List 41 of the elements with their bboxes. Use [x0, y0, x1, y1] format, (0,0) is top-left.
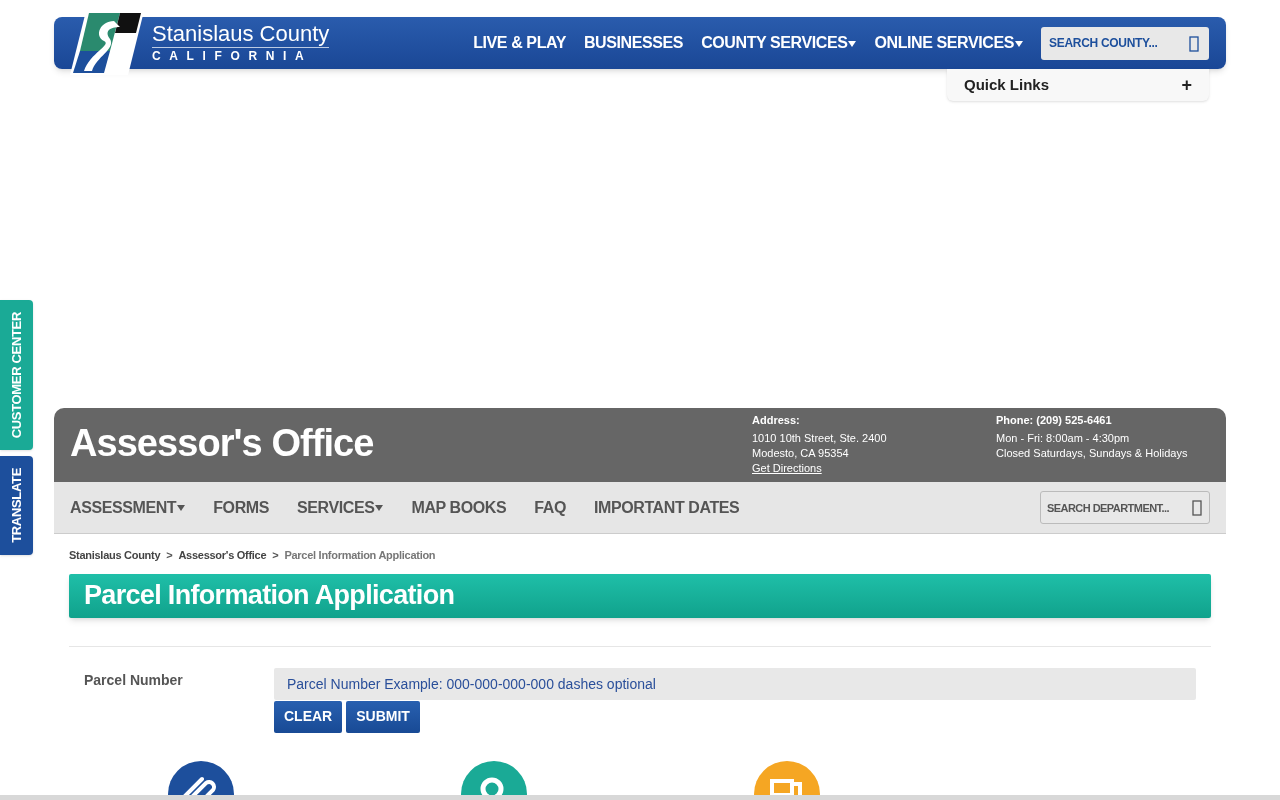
- breadcrumb-separator: >: [166, 548, 173, 563]
- form-button[interactable]: CLEAR: [274, 700, 343, 733]
- quick-links-toggle[interactable]: Quick Links +: [947, 69, 1209, 101]
- field-label: Parcel Number: [83, 670, 184, 690]
- nav-link[interactable]: BUSINESSES: [583, 31, 684, 55]
- office-hours: Closed Saturdays, Sundays & Holidays: [996, 446, 1188, 461]
- department-nav-link[interactable]: SERVICES: [297, 495, 384, 520]
- nav-link[interactable]: COUNTY SERVICES: [701, 31, 857, 55]
- department-title: Assessor's Office: [70, 424, 375, 466]
- missing-glyph-icon: [1192, 500, 1202, 516]
- caret-icon: [375, 505, 384, 512]
- office-hours: Mon - Fri: 8:00am - 4:30pm: [996, 431, 1131, 446]
- department-nav-link[interactable]: ASSESSMENT: [70, 495, 186, 520]
- breadcrumb-link[interactable]: Assessor's Office: [178, 547, 267, 564]
- search-field[interactable]: SEARCH COUNTY...: [1041, 26, 1209, 60]
- department-nav-link[interactable]: FORMS: [213, 495, 270, 520]
- form-button[interactable]: SUBMIT: [346, 700, 420, 733]
- county-logo[interactable]: [70, 11, 144, 75]
- parcel-number-field[interactable]: Parcel Number Example: 000-000-000-000 dashes optional: [274, 667, 1196, 700]
- nav-link[interactable]: ONLINE SERVICES: [874, 31, 1023, 55]
- department-nav-link[interactable]: IMPORTANT DATES: [593, 495, 740, 520]
- site-state: CALIFORNIA: [152, 48, 314, 64]
- department-search-field[interactable]: SEARCH DEPARTMENT...: [1040, 491, 1210, 524]
- nav-link[interactable]: LIVE & PLAY: [473, 31, 566, 55]
- site-name: Stanislaus County: [152, 22, 330, 48]
- caret-icon: [848, 40, 857, 47]
- department-nav-link[interactable]: FAQ: [534, 495, 566, 520]
- page-title: Parcel Information Application: [84, 579, 455, 613]
- address-line: 1010 10th Street, Ste. 2400: [752, 431, 888, 446]
- phone-number: Phone: (209) 525-6461: [996, 413, 1113, 428]
- directions-link[interactable]: Get Directions: [752, 461, 996, 476]
- missing-glyph-icon: [1189, 35, 1199, 52]
- caret-icon: [177, 505, 186, 512]
- breadcrumb-separator: >: [272, 548, 279, 563]
- breadcrumb-link[interactable]: Parcel Information Application: [284, 547, 436, 564]
- breadcrumb-link[interactable]: Stanislaus County: [69, 547, 161, 564]
- department-nav-link[interactable]: MAP BOOKS: [411, 495, 507, 520]
- address-line: Modesto, CA 95354: [752, 446, 850, 461]
- address-label: Address:: [752, 413, 801, 428]
- side-tab[interactable]: TRANSLATE: [0, 456, 33, 556]
- caret-icon: [1015, 40, 1023, 47]
